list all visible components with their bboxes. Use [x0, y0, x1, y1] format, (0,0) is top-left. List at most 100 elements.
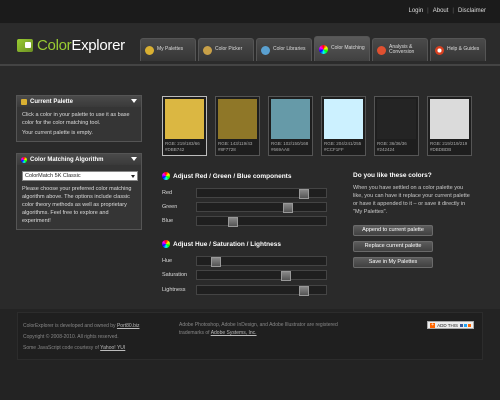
- collapse-icon[interactable]: [131, 157, 137, 161]
- current-palette-panel: Current Palette Click a color in your pa…: [16, 95, 142, 142]
- about-link[interactable]: About: [433, 8, 449, 14]
- swatch-label: RGB: 143/119/43 #8F7728: [218, 141, 253, 152]
- save-palette-button[interactable]: Save in My Palettes: [353, 257, 433, 268]
- saturation-slider-row: Saturation: [162, 269, 327, 281]
- tab-color-picker[interactable]: Color Picker: [198, 38, 254, 61]
- color-wheel-icon: [162, 172, 170, 180]
- tab-label: Color Picker: [215, 46, 243, 53]
- palette-icon: [145, 45, 154, 55]
- swatch[interactable]: RGB: 219/183/66 #DBB742: [162, 96, 207, 156]
- addthis-button[interactable]: + ADD THIS: [427, 321, 474, 329]
- tab-color-libraries[interactable]: Color Libraries: [256, 38, 312, 61]
- hue-slider-row: Hue: [162, 255, 327, 267]
- collapse-icon[interactable]: [131, 99, 137, 103]
- blue-slider-row: Blue: [162, 215, 327, 227]
- algorithm-header[interactable]: Color Matching Algorithm: [17, 154, 141, 165]
- swatch-label: RGB: 204/241/255 #CCF1FF: [324, 141, 362, 152]
- swatch-color: [165, 99, 204, 139]
- help-ring-icon: [435, 45, 444, 55]
- algorithm-select[interactable]: ColorMatch 5K Classic: [22, 171, 138, 181]
- panel-text: Click a color in your palette to use it …: [22, 112, 130, 126]
- slider-label: Red: [162, 190, 173, 196]
- disclaimer-link[interactable]: Disclaimer: [458, 8, 486, 14]
- yui-link[interactable]: Yahoo! YUI: [100, 345, 125, 351]
- logo[interactable]: ColorExplorer: [17, 37, 125, 54]
- color-wheel-icon: [21, 156, 27, 163]
- panel-body: Click a color in your palette to use it …: [17, 107, 141, 141]
- current-palette-header[interactable]: Current Palette: [17, 96, 141, 107]
- tab-my-palettes[interactable]: My Palettes: [140, 38, 196, 61]
- panel-title: Color Matching Algorithm: [30, 156, 104, 163]
- swatch-color: [430, 99, 469, 139]
- plus-icon: +: [430, 321, 436, 328]
- palette-icon: [21, 98, 27, 105]
- algorithm-panel: Color Matching Algorithm ColorMatch 5K C…: [16, 153, 142, 230]
- main-tabs: My Palettes Color Picker Color Libraries…: [140, 36, 486, 61]
- algorithm-description: Please choose your preferred color match…: [22, 186, 132, 224]
- swatch-label: RGB: 219/219/219 #DBDBDB: [430, 141, 468, 152]
- footer-trademarks: Adobe Photoshop, Adobe InDesign, and Ado…: [179, 322, 338, 336]
- slider-thumb[interactable]: [211, 257, 221, 267]
- swatch[interactable]: RGB: 204/241/255 #CCF1FF: [321, 96, 366, 156]
- color-wheel-icon: [319, 44, 328, 54]
- copyright: Copyright © 2008-2010. All rights reserv…: [23, 334, 119, 340]
- swatch-color: [271, 99, 310, 139]
- share-icons: [460, 323, 471, 327]
- port80-link[interactable]: Port80.biz: [117, 323, 140, 329]
- slider-thumb[interactable]: [299, 286, 309, 296]
- green-slider[interactable]: [196, 202, 327, 213]
- saturation-slider[interactable]: [196, 270, 327, 281]
- color-wheel-icon: [162, 240, 170, 248]
- lightness-slider-row: Lightness: [162, 284, 327, 296]
- footer-credits: ColorExplorer is developed and owned by …: [23, 321, 173, 354]
- swatch-label: RGB: 36/36/36 #242424: [377, 141, 407, 152]
- replace-palette-button[interactable]: Replace current palette: [353, 241, 433, 252]
- red-slider-row: Red: [162, 187, 327, 199]
- swatch[interactable]: RGB: 143/119/43 #8F7728: [215, 96, 260, 156]
- swatch[interactable]: RGB: 36/36/36 #242424: [374, 96, 419, 156]
- tab-analysis-conversion[interactable]: Analysis & Conversion: [372, 38, 428, 61]
- hsl-section-title: Adjust Hue / Saturation / Lightness: [162, 240, 281, 248]
- like-colors-panel: Do you like these colors? When you have …: [353, 172, 473, 273]
- swatch-color: [218, 99, 257, 139]
- tab-label: Analysis & Conversion: [389, 43, 415, 55]
- tab-help-guides[interactable]: Help & Guides: [430, 38, 486, 61]
- logo-text: ColorExplorer: [37, 37, 125, 54]
- tab-label: Help & Guides: [447, 46, 480, 53]
- slider-label: Green: [162, 204, 178, 210]
- tab-label: Color Matching: [331, 45, 365, 52]
- green-slider-row: Green: [162, 201, 327, 213]
- panel-body: ColorMatch 5K Classic Please choose your…: [17, 165, 141, 229]
- login-link[interactable]: Login: [408, 8, 423, 14]
- slider-thumb[interactable]: [228, 217, 238, 227]
- swatch[interactable]: RGB: 219/219/219 #DBDBDB: [427, 96, 472, 156]
- chevron-down-icon: [131, 174, 135, 178]
- panel-title: Current Palette: [30, 98, 74, 105]
- tab-label: My Palettes: [157, 46, 184, 53]
- slider-label: Lightness: [162, 287, 186, 293]
- separator: |: [452, 8, 454, 14]
- swatch-row: RGB: 219/183/66 #DBB742 RGB: 143/119/43 #8…: [162, 96, 472, 156]
- append-palette-button[interactable]: Append to current palette: [353, 225, 433, 236]
- select-value: ColorMatch 5K Classic: [25, 173, 81, 179]
- swatch[interactable]: RGB: 102/150/168 #669AA8: [268, 96, 313, 156]
- swatch-color: [377, 99, 416, 139]
- like-title: Do you like these colors?: [353, 172, 432, 179]
- logo-icon: [17, 39, 33, 52]
- red-slider[interactable]: [196, 188, 327, 199]
- slider-label: Saturation: [162, 272, 188, 278]
- addthis-label: ADD THIS: [437, 322, 458, 328]
- slider-thumb[interactable]: [283, 203, 293, 213]
- slider-label: Blue: [162, 218, 174, 224]
- hue-slider[interactable]: [196, 256, 327, 267]
- separator: |: [427, 8, 429, 14]
- slider-label: Hue: [162, 258, 173, 264]
- tab-color-matching[interactable]: Color Matching: [314, 36, 370, 61]
- lightness-slider[interactable]: [196, 285, 327, 296]
- footer: ColorExplorer is developed and owned by …: [17, 312, 483, 360]
- slider-thumb[interactable]: [299, 189, 309, 199]
- tab-label: Color Libraries: [273, 46, 306, 53]
- slider-thumb[interactable]: [281, 271, 291, 281]
- blue-slider[interactable]: [196, 216, 327, 227]
- adobe-link[interactable]: Adobe Systems, Inc.: [211, 330, 257, 336]
